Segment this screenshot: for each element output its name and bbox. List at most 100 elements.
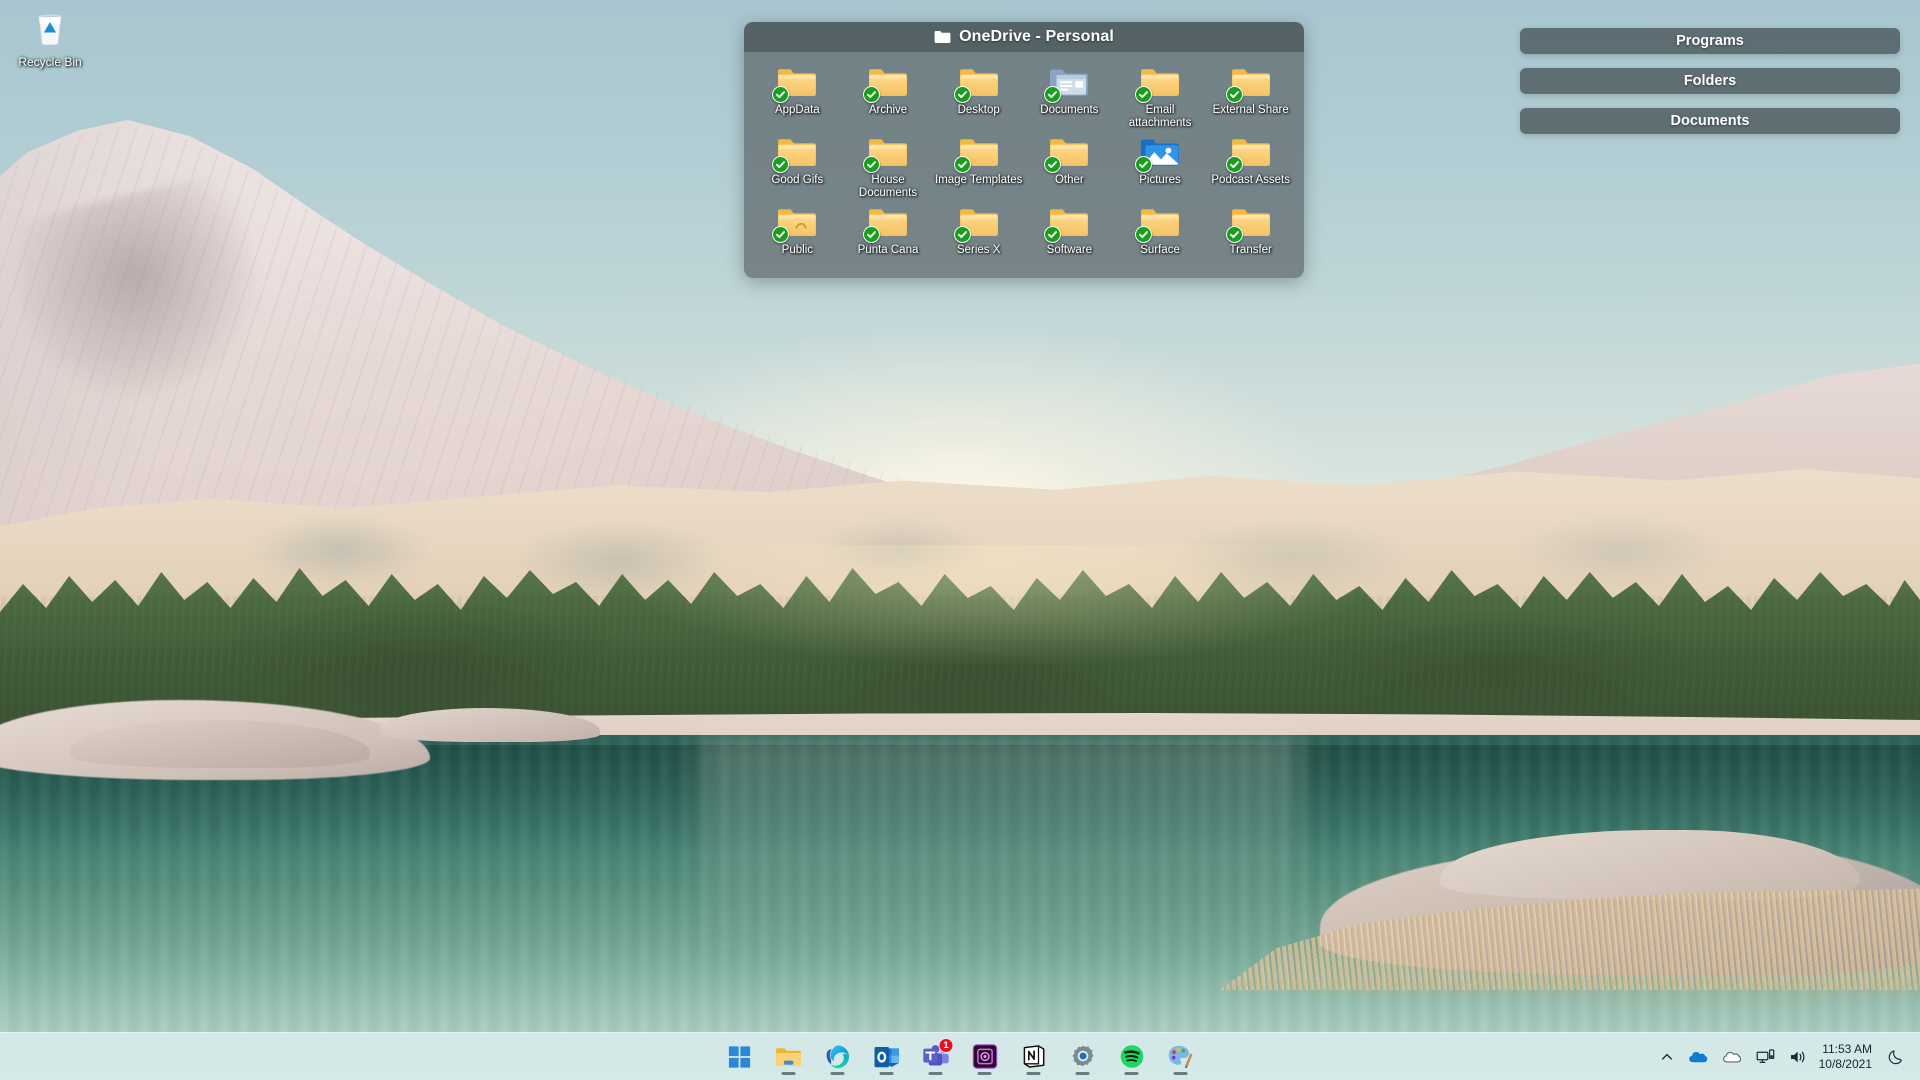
fence-item-email-attachments[interactable]: Email attachments [1115,62,1206,130]
fences-window-onedrive-personal[interactable]: OneDrive - Personal AppData Archive Desk… [744,22,1304,278]
sync-status-icon [953,86,971,103]
fence-item-label: Surface [1140,244,1180,256]
folder-icon [1225,62,1274,103]
sync-status-icon [953,226,971,243]
fence-item-desktop[interactable]: Desktop [933,62,1024,130]
fence-item-image-templates[interactable]: Image Templates [933,132,1024,200]
taskbar-app-area: 1 [720,1033,1201,1080]
tray-onedrive-work-button[interactable] [1715,1037,1749,1077]
paint-icon [1168,1045,1193,1069]
fence-item-surface[interactable]: Surface [1115,202,1206,264]
fence-button-label: Programs [1676,33,1744,49]
fence-item-label: House Documents [858,174,918,199]
folder-icon [953,132,1002,173]
fence-item-software[interactable]: Software [1024,202,1115,264]
tray-onedrive-personal-button[interactable] [1681,1037,1715,1077]
cloud-blue-icon [1688,1052,1707,1063]
desktop[interactable]: Recycle Bin OneDrive - Personal AppData [0,0,1920,1080]
fence-item-transfer[interactable]: Transfer [1205,202,1296,264]
sync-status-icon [1225,226,1243,243]
desktop-icon-label: Recycle Bin [18,55,82,69]
fence-item-label: External Share [1212,104,1289,116]
adobe-app-icon [972,1044,997,1069]
spotify-button[interactable] [1112,1037,1152,1077]
tray-overflow-button[interactable] [1653,1037,1681,1077]
settings-button[interactable] [1063,1037,1103,1077]
fence-item-label: Archive [868,104,908,116]
file-explorer-icon [776,1047,801,1066]
system-tray[interactable]: 11:53 AM 10/8/2021 [1653,1033,1920,1080]
teams-button[interactable]: 1 [916,1037,956,1077]
windows-logo-icon [728,1045,751,1068]
fence-item-external-share[interactable]: External Share [1205,62,1296,130]
taskbar-running-indicator [781,1071,796,1075]
sync-status-icon [863,226,880,243]
taskbar-clock[interactable]: 11:53 AM 10/8/2021 [1815,1037,1881,1077]
desktop-icon-recycle-bin[interactable]: Recycle Bin [4,4,96,69]
speaker-icon [1790,1051,1805,1062]
fence-item-appdata[interactable]: AppData [752,62,843,130]
folder-icon [863,202,911,243]
taskbar-running-indicator [1124,1071,1139,1075]
fence-item-house-documents[interactable]: House Documents [843,132,934,200]
fence-button-label: Documents [1670,113,1750,129]
taskbar-running-indicator [830,1071,845,1075]
fence-item-public[interactable]: Public [752,202,843,264]
fence-row: Good Gifs House Documents Image Template… [752,132,1296,200]
fence-item-good-gifs[interactable]: Good Gifs [752,132,843,200]
paint-button[interactable] [1161,1037,1201,1077]
fence-item-label: Image Templates [934,174,1023,186]
pictures-folder-icon [1135,132,1183,173]
adobe-button[interactable] [965,1037,1005,1077]
fence-item-label: Good Gifs [771,174,824,186]
notion-icon [1023,1045,1044,1068]
network-icon [1756,1049,1774,1064]
folder-icon [772,62,820,103]
recycle-bin-icon [4,4,96,52]
sync-status-icon [953,156,971,173]
fence-button-documents[interactable]: Documents [1520,108,1900,134]
edge-button[interactable] [818,1037,858,1077]
fences-window-titlebar[interactable]: OneDrive - Personal [744,22,1304,52]
folder-icon [863,62,911,103]
taskbar-running-indicator [928,1071,943,1075]
sync-status-icon [1135,226,1153,243]
spotify-icon [1120,1045,1143,1068]
taskbar-running-indicator [1075,1071,1090,1075]
clock-time: 11:53 AM [1822,1041,1872,1056]
outlook-button[interactable] [867,1037,907,1077]
folder-icon [953,62,1002,103]
file-explorer-button[interactable] [769,1037,809,1077]
fence-item-pictures[interactable]: Pictures [1115,132,1206,200]
fence-item-podcast-assets[interactable]: Podcast Assets [1205,132,1296,200]
outlook-icon [874,1046,899,1067]
fences-window-body: AppData Archive Desktop Documents Email … [744,52,1304,278]
fence-item-label: Podcast Assets [1211,174,1290,186]
documents-folder-icon [1044,62,1092,103]
taskbar[interactable]: 1 11:53 AM 10/8/2021 [0,1032,1920,1080]
notifications-button[interactable] [1881,1037,1912,1077]
fence-button-programs[interactable]: Programs [1520,28,1900,54]
fence-item-other[interactable]: Other [1024,132,1115,200]
start-button[interactable] [720,1037,760,1077]
fence-row: Public Punta Cana Series X Software Surf… [752,202,1296,264]
folder-icon [1044,132,1092,173]
fences-window-title: OneDrive - Personal [959,28,1114,45]
fence-item-series-x[interactable]: Series X [933,202,1024,264]
fence-item-archive[interactable]: Archive [843,62,934,130]
fence-item-punta-cana[interactable]: Punta Cana [843,202,934,264]
fence-item-label: Pictures [1139,174,1181,186]
fence-item-label: Other [1054,174,1084,186]
folder-icon [772,132,820,173]
fence-item-label: Email attachments [1128,104,1192,129]
tray-network-button[interactable] [1749,1037,1782,1077]
tray-volume-button[interactable] [1782,1037,1815,1077]
taskbar-running-indicator [977,1071,992,1075]
notion-button[interactable] [1014,1037,1054,1077]
fence-button-label: Folders [1683,73,1737,89]
chevron-up-icon [1661,1053,1672,1060]
fence-item-label: Transfer [1229,244,1272,256]
fence-item-documents[interactable]: Documents [1024,62,1115,130]
folder-icon [1225,132,1274,173]
fence-button-folders[interactable]: Folders [1520,68,1900,94]
